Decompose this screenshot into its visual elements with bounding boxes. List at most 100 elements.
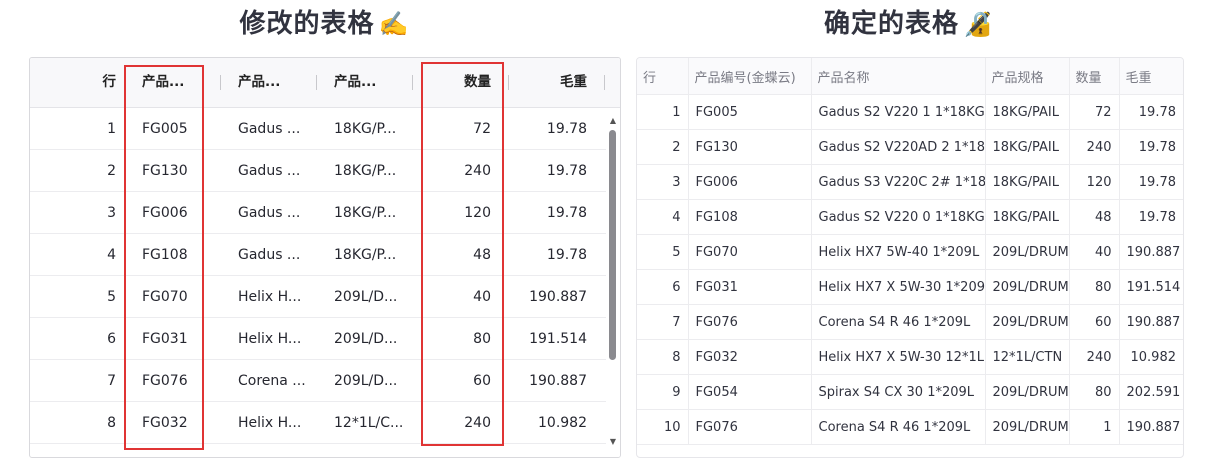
scroll-down-arrow-icon[interactable]: ▼ bbox=[608, 437, 618, 446]
product-spec-cell[interactable]: 18KG/P... bbox=[334, 108, 404, 150]
gross-weight-cell: 202.591 bbox=[1119, 374, 1183, 410]
column-header-quantity[interactable]: 数量 bbox=[430, 58, 491, 107]
quantity-cell: 60 bbox=[1069, 304, 1120, 340]
gross-weight-cell: 10.982 bbox=[1119, 339, 1183, 375]
gross-weight-cell[interactable]: 19.78 bbox=[510, 150, 587, 192]
gross-weight-cell[interactable]: 191.514 bbox=[510, 318, 587, 360]
quantity-cell[interactable]: 80 bbox=[430, 318, 491, 360]
column-header-row[interactable]: 行 bbox=[30, 58, 117, 107]
product-name-cell[interactable]: Helix H... bbox=[238, 318, 308, 360]
locked-pen-icon: 🔏 bbox=[963, 10, 994, 38]
gross-weight-cell[interactable]: 190.887 bbox=[510, 360, 587, 402]
table-row: 10 FG076 Corena S4 R 46 1*209L 209L/DRUM 1 19… bbox=[637, 409, 1183, 445]
gross-weight-cell: 19.78 bbox=[1119, 164, 1183, 200]
row-index-cell[interactable]: 5 bbox=[30, 276, 116, 318]
grid-row[interactable]: 2 FG130 Gadus ... 18KG/P... 240 19.78 bbox=[30, 150, 606, 192]
product-name-cell[interactable]: Gadus ... bbox=[238, 192, 308, 234]
table-row: 1 FG005 Gadus S2 V220 1 1*18KG 18KG/PAIL 72 1… bbox=[637, 94, 1183, 130]
product-name-cell: Gadus S2 V220 0 1*18KG bbox=[811, 199, 986, 235]
product-name-cell[interactable]: Helix H... bbox=[238, 276, 308, 318]
confirmed-table-title-text: 确定的表格 bbox=[824, 9, 960, 39]
column-resize-handle[interactable] bbox=[412, 75, 413, 90]
table-header-quantity: 数量 bbox=[1069, 58, 1120, 95]
gross-weight-cell[interactable]: 19.78 bbox=[510, 192, 587, 234]
gross-weight-cell[interactable]: 19.78 bbox=[510, 234, 587, 276]
quantity-cell: 1 bbox=[1069, 409, 1120, 445]
gross-weight-cell[interactable]: 19.78 bbox=[510, 108, 587, 150]
column-header-product-code[interactable]: 产品... bbox=[142, 58, 212, 107]
product-code-cell: FG031 bbox=[688, 269, 812, 305]
row-index-cell[interactable]: 4 bbox=[30, 234, 116, 276]
product-code-cell[interactable]: FG006 bbox=[142, 192, 212, 234]
quantity-cell[interactable]: 40 bbox=[430, 276, 491, 318]
row-index-cell[interactable]: 2 bbox=[30, 150, 116, 192]
grid-row[interactable]: 7 FG076 Corena ... 209L/D... 60 190.887 bbox=[30, 360, 606, 402]
product-name-cell: Gadus S3 V220C 2# 1*18KG bbox=[811, 164, 986, 200]
product-spec-cell: 209L/DRUM bbox=[985, 304, 1070, 340]
product-spec-cell[interactable]: 209L/D... bbox=[334, 360, 404, 402]
gross-weight-cell[interactable]: 10.982 bbox=[510, 402, 587, 444]
product-spec-cell[interactable]: 12*1L/C... bbox=[334, 402, 404, 444]
grid-row[interactable]: 6 FG031 Helix H... 209L/D... 80 191.514 bbox=[30, 318, 606, 360]
grid-row[interactable]: 3 FG006 Gadus ... 18KG/P... 120 19.78 bbox=[30, 192, 606, 234]
product-code-cell[interactable]: FG005 bbox=[142, 108, 212, 150]
product-name-cell[interactable]: Corena ... bbox=[238, 360, 308, 402]
quantity-cell: 240 bbox=[1069, 339, 1120, 375]
gross-weight-cell[interactable]: 190.887 bbox=[510, 276, 587, 318]
scroll-up-arrow-icon[interactable]: ▲ bbox=[608, 116, 618, 125]
product-spec-cell[interactable]: 209L/D... bbox=[334, 276, 404, 318]
row-index-cell[interactable]: 8 bbox=[30, 402, 116, 444]
edited-data-grid[interactable]: 行 产品... 产品... 产品... 数量 毛重 1 FG005 Gadus ..… bbox=[29, 57, 621, 458]
product-code-cell[interactable]: FG076 bbox=[142, 360, 212, 402]
product-spec-cell: 209L/DRUM bbox=[985, 409, 1070, 445]
quantity-cell[interactable]: 240 bbox=[430, 150, 491, 192]
product-name-cell[interactable]: Gadus ... bbox=[238, 108, 308, 150]
gross-weight-cell: 19.78 bbox=[1119, 94, 1183, 130]
product-spec-cell[interactable]: 18KG/P... bbox=[334, 150, 404, 192]
row-index-cell[interactable]: 1 bbox=[30, 108, 116, 150]
grid-row[interactable]: 4 FG108 Gadus ... 18KG/P... 48 19.78 bbox=[30, 234, 606, 276]
quantity-cell[interactable]: 120 bbox=[430, 192, 491, 234]
product-spec-cell[interactable]: 18KG/P... bbox=[334, 234, 404, 276]
row-index-cell: 4 bbox=[637, 199, 689, 235]
product-code-cell[interactable]: FG070 bbox=[142, 276, 212, 318]
table-row: 6 FG031 Helix HX7 X 5W-30 1*209L 209L/DRUM 8… bbox=[637, 269, 1183, 305]
grid-header: 行 产品... 产品... 产品... 数量 毛重 bbox=[30, 58, 620, 108]
grid-body: 1 FG005 Gadus ... 18KG/P... 72 19.78 2 FG130 Gad… bbox=[30, 108, 606, 457]
quantity-cell[interactable]: 60 bbox=[430, 360, 491, 402]
column-header-gross-weight[interactable]: 毛重 bbox=[510, 58, 587, 107]
product-code-cell[interactable]: FG031 bbox=[142, 318, 212, 360]
gross-weight-cell: 190.887 bbox=[1119, 304, 1183, 340]
product-name-cell[interactable]: Gadus ... bbox=[238, 150, 308, 192]
product-code-cell[interactable]: FG108 bbox=[142, 234, 212, 276]
product-name-cell: Helix HX7 X 5W-30 12*1L bbox=[811, 339, 986, 375]
table-row: 4 FG108 Gadus S2 V220 0 1*18KG 18KG/PAIL 48 1… bbox=[637, 199, 1183, 235]
product-name-cell[interactable]: Gadus ... bbox=[238, 234, 308, 276]
product-code-cell[interactable]: FG130 bbox=[142, 150, 212, 192]
row-index-cell[interactable]: 6 bbox=[30, 318, 116, 360]
product-spec-cell[interactable]: 209L/D... bbox=[334, 318, 404, 360]
row-index-cell[interactable]: 3 bbox=[30, 192, 116, 234]
quantity-cell[interactable]: 240 bbox=[430, 402, 491, 444]
table-row: 3FG006Gadus S3 V220C 2# 1*18KG18KG/PAIL1… bbox=[637, 164, 1183, 200]
column-resize-handle[interactable] bbox=[220, 75, 221, 90]
column-resize-handle[interactable] bbox=[316, 75, 317, 90]
quantity-cell[interactable]: 72 bbox=[430, 108, 491, 150]
grid-row[interactable]: 8 FG032 Helix H... 12*1L/C... 240 10.982 bbox=[30, 402, 606, 444]
quantity-cell[interactable]: 48 bbox=[430, 234, 491, 276]
product-name-cell[interactable]: Helix H... bbox=[238, 402, 308, 444]
scrollbar-thumb[interactable] bbox=[609, 130, 616, 360]
column-header-product-name[interactable]: 产品... bbox=[238, 58, 308, 107]
column-resize-handle[interactable] bbox=[508, 75, 509, 90]
writing-hand-icon: ✍️ bbox=[378, 10, 410, 38]
column-header-product-spec[interactable]: 产品... bbox=[334, 58, 404, 107]
column-resize-handle[interactable] bbox=[604, 75, 605, 90]
table-header-product-name: 产品名称 bbox=[811, 58, 986, 95]
grid-row[interactable]: 1 FG005 Gadus ... 18KG/P... 72 19.78 bbox=[30, 108, 606, 150]
row-index-cell[interactable]: 7 bbox=[30, 360, 116, 402]
grid-row[interactable]: 5 FG070 Helix H... 209L/D... 40 190.887 bbox=[30, 276, 606, 318]
quantity-cell: 120 bbox=[1069, 164, 1120, 200]
product-code-cell[interactable]: FG032 bbox=[142, 402, 212, 444]
column-resize-handle[interactable] bbox=[124, 75, 125, 90]
product-spec-cell[interactable]: 18KG/P... bbox=[334, 192, 404, 234]
